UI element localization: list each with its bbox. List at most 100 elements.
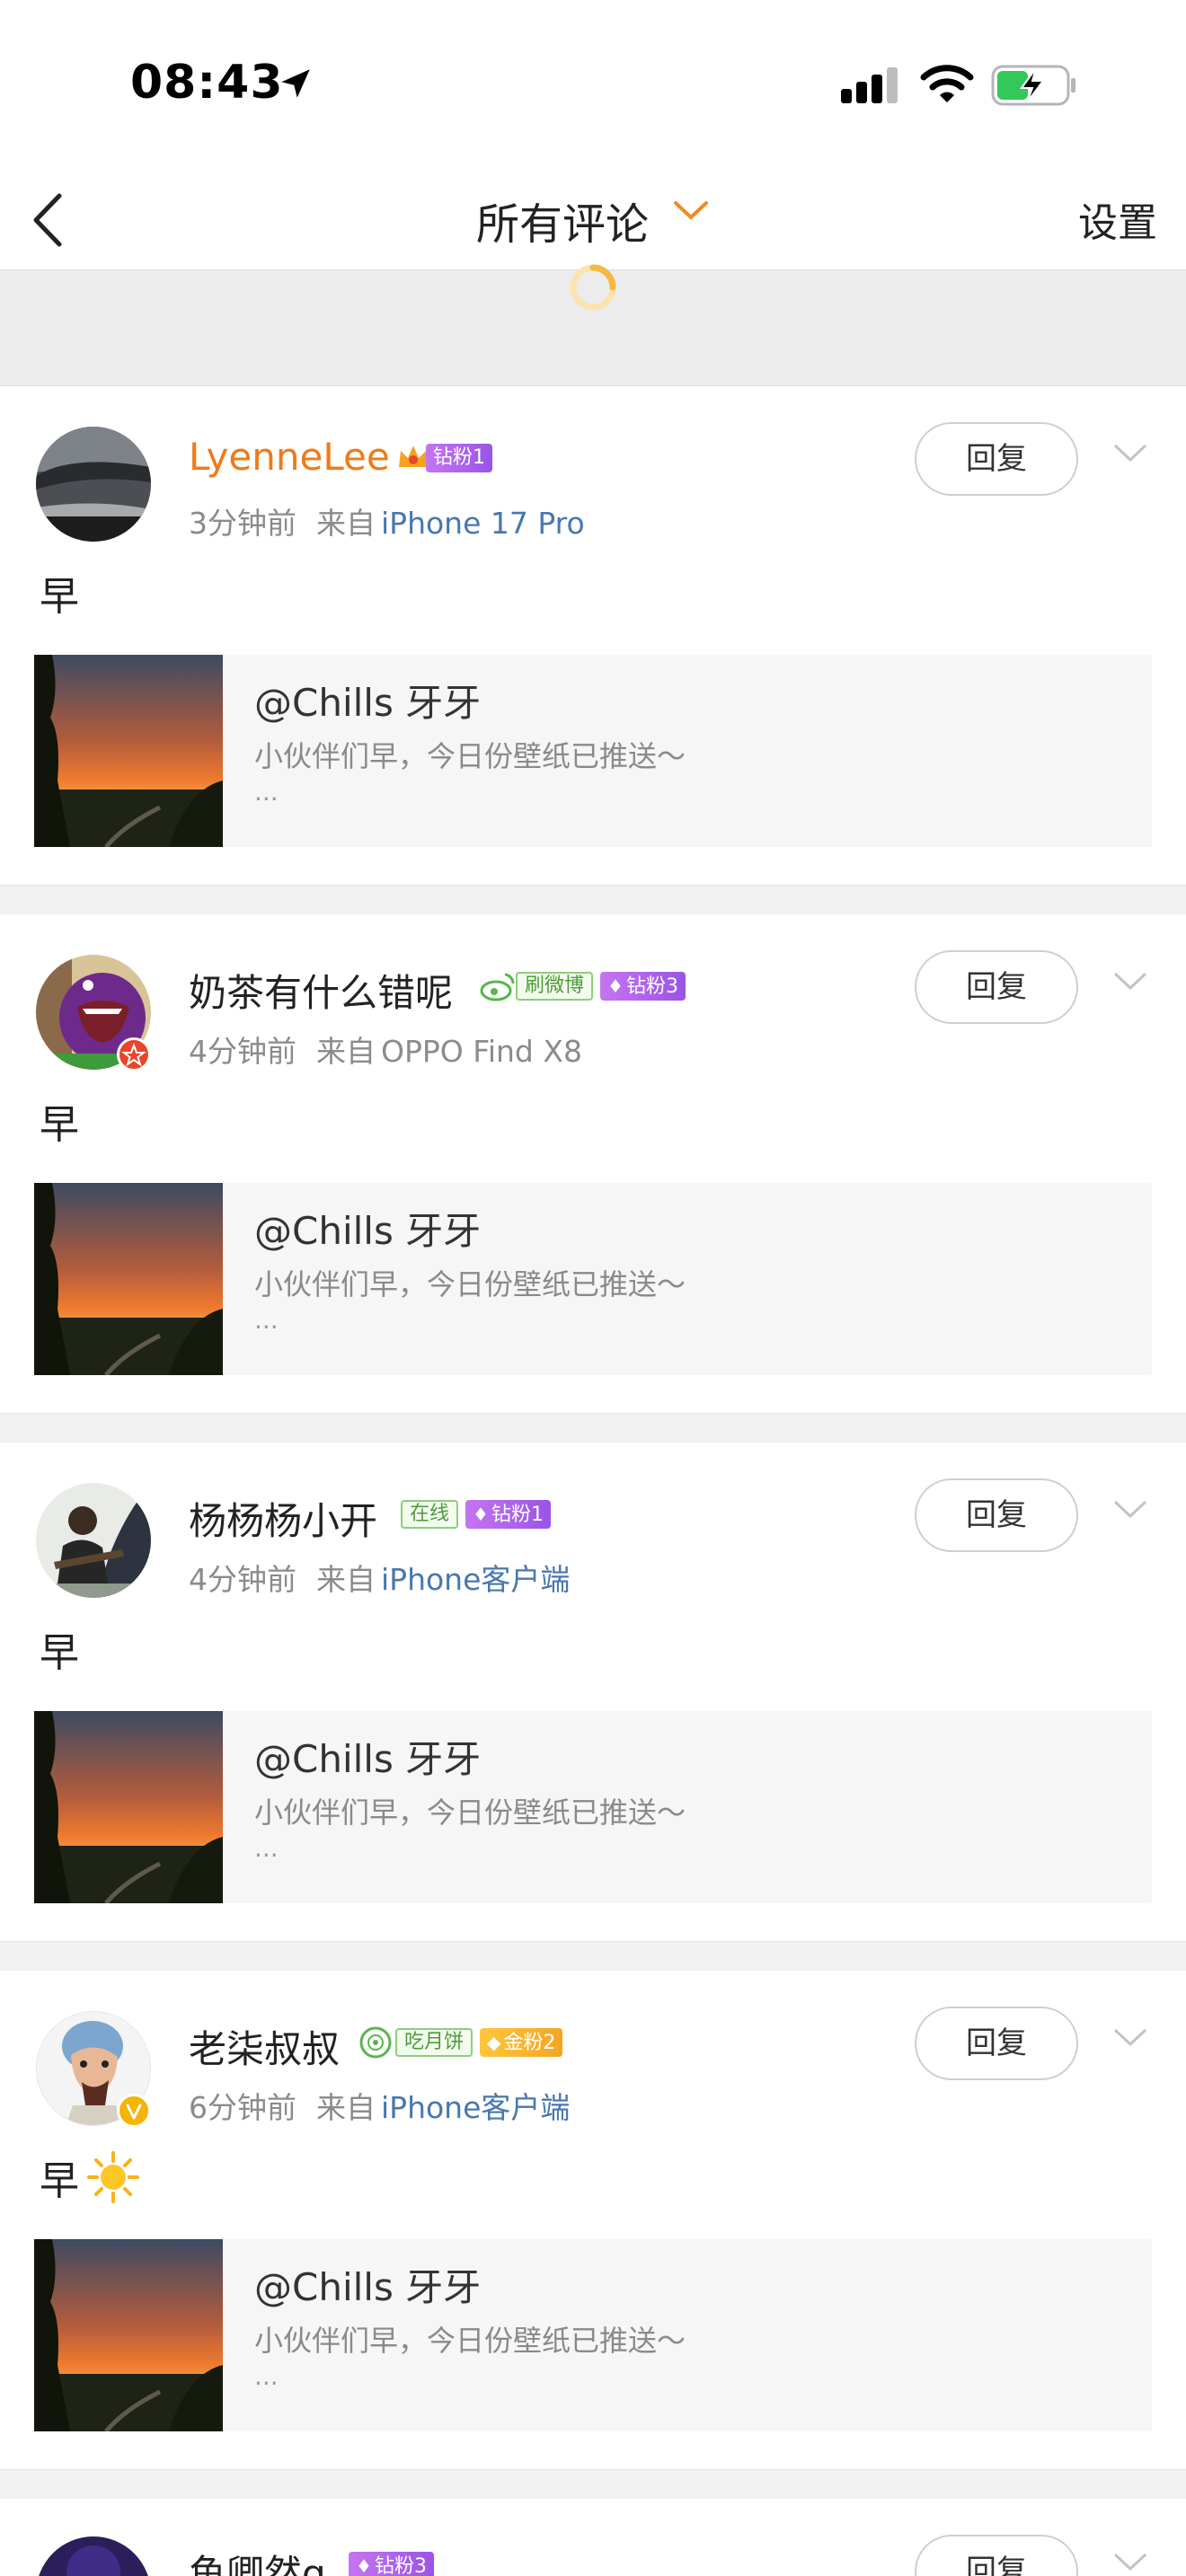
dropdown-caret-icon[interactable]	[672, 198, 710, 225]
comment-text-content: 早	[40, 574, 79, 620]
status-bar: 08:43	[0, 0, 1186, 171]
quoted-post[interactable]: @Chills 牙牙 小伙伴们早，今日份壁纸已推送～ ...	[34, 2239, 1152, 2431]
wifi-icon	[920, 65, 974, 102]
quoted-more: ...	[254, 777, 279, 807]
comment-card: 奶茶有什么错呢 刷微博 ♦ 钻粉3 4分钟前 来自 OPPO Find X8 回复 早…	[0, 914, 1186, 1414]
source-device[interactable]: iPhone 17 Pro	[381, 506, 585, 541]
source-device: OPPO Find X8	[381, 1034, 582, 1069]
comment-meta: 4分钟前 来自 iPhone客户端	[189, 1556, 570, 1599]
cellular-signal-icon	[841, 67, 898, 103]
mooncake-icon	[359, 2026, 392, 2059]
online-status-badge: 在线	[401, 1500, 459, 1529]
weibo-icon	[480, 973, 515, 1001]
quoted-post[interactable]: @Chills 牙牙 小伙伴们早，今日份壁纸已推送～ ...	[34, 1183, 1152, 1375]
loading-spinner-icon	[570, 264, 616, 311]
comment-time: 4分钟前	[189, 1034, 296, 1069]
username[interactable]: LyenneLee	[189, 435, 390, 479]
sunset-thumbnail	[34, 655, 223, 847]
quoted-author: @Chills 牙牙	[254, 1737, 482, 1781]
reply-button[interactable]: 回复	[915, 2007, 1078, 2080]
fan-level-badge: ◆ 金粉2	[480, 2028, 563, 2057]
username[interactable]: 杨杨杨小开	[189, 1491, 377, 1546]
quoted-text: 小伙伴们早，今日份壁纸已推送～	[254, 739, 686, 773]
username[interactable]: 老柒叔叔	[189, 2019, 340, 2074]
sun-emoji-icon	[87, 2151, 139, 2203]
quoted-text: 小伙伴们早，今日份壁纸已推送～	[254, 1267, 686, 1301]
reply-button[interactable]: 回复	[915, 950, 1078, 1024]
diamond-icon: ♦	[607, 975, 624, 997]
avatar[interactable]	[36, 2536, 151, 2576]
chevron-down-icon[interactable]	[1112, 442, 1148, 463]
settings-button[interactable]: 设置	[1078, 190, 1157, 248]
quoted-author: @Chills 牙牙	[254, 1209, 482, 1253]
quoted-author: @Chills 牙牙	[254, 681, 482, 725]
avatar[interactable]	[36, 1483, 151, 1598]
sunset-thumbnail	[34, 1711, 223, 1903]
avatar[interactable]	[36, 427, 151, 542]
sunset-thumbnail	[34, 2239, 223, 2431]
comment-meta: 6分钟前 来自 iPhone客户端	[189, 2084, 570, 2127]
chevron-down-icon[interactable]	[1112, 1498, 1148, 1520]
reply-button[interactable]: 回复	[915, 422, 1078, 496]
fan-level-text: 钻粉3	[374, 2555, 427, 2576]
activity-badge: 吃月饼	[395, 2028, 474, 2057]
source-device[interactable]: iPhone客户端	[381, 1562, 570, 1597]
diamond-icon: ♦	[473, 1504, 489, 1525]
source-device[interactable]: iPhone客户端	[381, 2090, 570, 2125]
verified-badge-icon	[117, 2094, 151, 2128]
fan-level-text: 钻粉1	[491, 1504, 544, 1526]
comment-text-content: 早	[40, 1630, 79, 1676]
activity-badge: 刷微博	[516, 972, 594, 1001]
nav-bar: 所有评论 设置	[0, 171, 1186, 269]
comment-text-content: 早	[40, 1102, 79, 1148]
username[interactable]: 奶茶有什么错呢	[189, 963, 453, 1018]
fan-level-text: 金粉2	[503, 2032, 556, 2054]
card-divider	[0, 1941, 1186, 1973]
comment-card: LyenneLee 钻粉1 3分钟前 来自 iPhone 17 Pro 回复 早 @…	[0, 386, 1186, 886]
fan-level-badge: ♦ 钻粉3	[349, 2552, 434, 2576]
comment-card: 老柒叔叔 吃月饼 ◆ 金粉2 6分钟前 来自 iPhone客户端 回复 早 @Ch	[0, 1971, 1186, 2470]
fan-level-text: 钻粉3	[625, 975, 678, 998]
quoted-post[interactable]: @Chills 牙牙 小伙伴们早，今日份壁纸已推送～ ...	[34, 1711, 1152, 1903]
username[interactable]: 鱼卿然g	[189, 2544, 326, 2576]
comment-time: 4分钟前	[189, 1562, 296, 1597]
verified-badge-icon	[117, 1037, 151, 1072]
battery-charging-icon	[991, 65, 1075, 106]
card-divider	[0, 1413, 1186, 1445]
status-time: 08:43	[130, 56, 284, 110]
quoted-more: ...	[254, 2361, 279, 2391]
comment-text: 早	[40, 564, 79, 622]
comment-text: 早	[40, 1092, 79, 1150]
quoted-post[interactable]: @Chills 牙牙 小伙伴们早，今日份壁纸已推送～ ...	[34, 655, 1152, 847]
card-divider	[0, 2469, 1186, 2501]
reply-button[interactable]: 回复	[915, 1478, 1078, 1552]
sunset-thumbnail	[34, 1183, 223, 1375]
source-label: 来自	[316, 2090, 376, 2125]
comments-filter-title[interactable]: 所有评论	[476, 189, 649, 251]
fan-level-badge: ♦ 钻粉1	[465, 1500, 551, 1529]
comment-text-content: 早	[40, 2158, 79, 2204]
diamond-icon: ♦	[356, 2555, 372, 2576]
comment-meta: 3分钟前 来自 iPhone 17 Pro	[189, 499, 585, 543]
comment-meta: 4分钟前 来自 OPPO Find X8	[189, 1028, 582, 1071]
source-label: 来自	[316, 1562, 376, 1597]
gold-gem-icon: ◆	[487, 2032, 501, 2053]
comment-card: 杨杨杨小开 在线 ♦ 钻粉1 4分钟前 来自 iPhone客户端 回复 早 @Chil…	[0, 1442, 1186, 1942]
location-arrow-icon	[281, 69, 310, 98]
chevron-down-icon[interactable]	[1112, 2551, 1148, 2572]
quoted-more: ...	[254, 1305, 279, 1335]
comment-time: 6分钟前	[189, 2090, 296, 2125]
reply-button[interactable]: 回复	[915, 2535, 1078, 2576]
back-chevron-icon[interactable]	[25, 189, 70, 251]
chevron-down-icon[interactable]	[1112, 2026, 1148, 2048]
source-label: 来自	[316, 506, 376, 541]
fan-level-badge: ♦ 钻粉3	[600, 972, 686, 1001]
quoted-text: 小伙伴们早，今日份壁纸已推送～	[254, 2324, 686, 2358]
comment-text: 早	[40, 2148, 140, 2206]
chevron-down-icon[interactable]	[1112, 970, 1148, 992]
quoted-author: @Chills 牙牙	[254, 2265, 482, 2309]
source-label: 来自	[316, 1034, 376, 1069]
comment-text: 早	[40, 1620, 79, 1678]
quoted-text: 小伙伴们早，今日份壁纸已推送～	[254, 1795, 686, 1830]
fan-level-badge: 钻粉1	[426, 444, 492, 472]
